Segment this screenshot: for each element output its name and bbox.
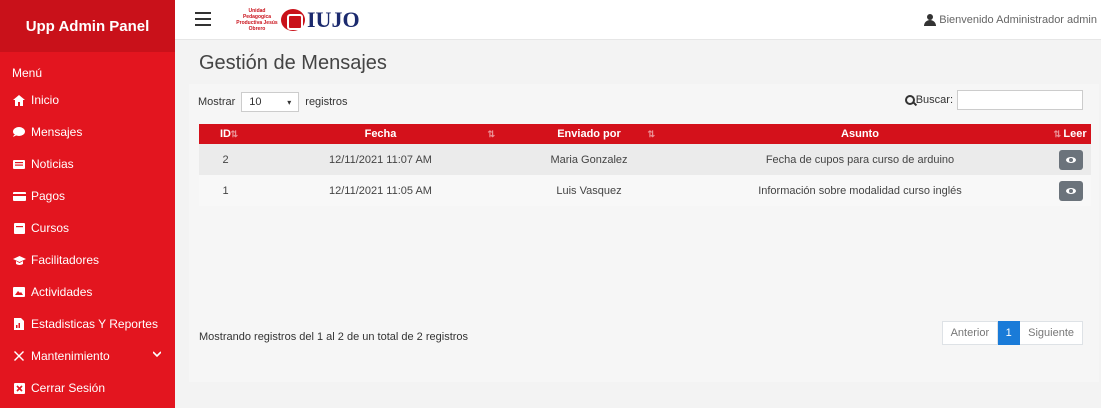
column-header-id[interactable]: ID ⇅ bbox=[199, 124, 252, 144]
cell-fecha: 12/11/2021 11:07 AM bbox=[329, 153, 432, 166]
sidebar-item-noticias[interactable]: Noticias bbox=[0, 148, 175, 180]
logo-iujo: IUJO bbox=[307, 7, 360, 32]
logo-heart-icon bbox=[281, 9, 305, 31]
sidebar-item-label: Facilitadores bbox=[31, 253, 100, 267]
sidebar-item-facilitadores[interactable]: Facilitadores bbox=[0, 244, 175, 276]
cell-enviado: Maria Gonzalez bbox=[550, 153, 628, 166]
sidebar-item-cursos[interactable]: Cursos bbox=[0, 212, 175, 244]
cell-id: 1 bbox=[222, 184, 229, 197]
table-row: 2 12/11/2021 11:07 AM Maria Gonzalez Fec… bbox=[199, 144, 1091, 175]
pagination: Anterior 1 Siguiente bbox=[941, 321, 1083, 345]
show-label: Mostrar bbox=[198, 96, 236, 108]
welcome-text: Bienvenido Administrador admin bbox=[939, 14, 1097, 26]
newspaper-icon bbox=[12, 158, 26, 170]
column-header-asunto[interactable]: Asunto bbox=[669, 124, 1051, 144]
image-icon bbox=[12, 286, 26, 298]
book-icon bbox=[12, 222, 26, 234]
table-info: Mostrando registros del 1 al 2 de un tot… bbox=[199, 331, 469, 343]
show-suffix: registros bbox=[305, 96, 348, 108]
page-length-control: Mostrar 10 ▾ registros bbox=[198, 92, 347, 112]
view-message-button[interactable] bbox=[1059, 180, 1083, 201]
cell-asunto: Información sobre modalidad curso inglés bbox=[758, 184, 962, 197]
page-length-select[interactable]: 10 ▾ bbox=[241, 92, 300, 112]
logo-subtitle: Unidad Pedagogica Productiva Jesús Obrer… bbox=[236, 8, 278, 32]
eye-icon bbox=[1066, 156, 1076, 163]
graduation-cap-icon bbox=[12, 254, 26, 266]
hamburger-menu-icon[interactable] bbox=[195, 12, 211, 26]
cell-leer bbox=[1051, 175, 1091, 206]
file-chart-icon bbox=[12, 318, 26, 330]
menu-title: Menú bbox=[12, 66, 43, 80]
page-title: Gestión de Mensajes bbox=[199, 52, 387, 74]
cell-id: 2 bbox=[222, 153, 229, 166]
welcome-user[interactable]: Bienvenido Administrador admin bbox=[924, 14, 1097, 26]
sidebar-item-label: Actividades bbox=[31, 285, 93, 299]
pagination-prev[interactable]: Anterior bbox=[941, 321, 999, 345]
sidebar-item-label: Cerrar Sesión bbox=[31, 381, 106, 395]
credit-card-icon bbox=[12, 190, 26, 202]
sidebar-item-label: Estadisticas Y Reportes bbox=[31, 317, 158, 331]
sidebar-item-label: Noticias bbox=[31, 157, 74, 171]
messages-panel: Mostrar 10 ▾ registros Buscar: ID ⇅ Fecha… bbox=[189, 84, 1099, 382]
user-icon bbox=[924, 14, 937, 26]
eye-icon bbox=[1066, 187, 1076, 194]
cell-asunto: Fecha de cupos para curso de arduino bbox=[765, 153, 955, 166]
search-label: Buscar: bbox=[915, 94, 953, 106]
column-header-enviado[interactable]: Enviado por ⇅ bbox=[509, 124, 669, 144]
cell-leer bbox=[1051, 144, 1091, 175]
sidebar-item-label: Mensajes bbox=[31, 125, 83, 139]
home-icon bbox=[12, 94, 26, 106]
sidebar-item-mensajes[interactable]: Mensajes bbox=[0, 116, 175, 148]
main-content: Gestión de Mensajes Mostrar 10 ▾ registr… bbox=[175, 40, 1101, 408]
chat-bubble-icon bbox=[12, 126, 26, 138]
sidebar: Upp Admin Panel Menú Inicio Mensajes Not… bbox=[0, 0, 175, 408]
search-input[interactable] bbox=[957, 90, 1083, 110]
close-box-icon bbox=[12, 382, 26, 394]
table-header-row: ID ⇅ Fecha ⇅ Enviado por ⇅ Asunto ⇅ Leer bbox=[199, 124, 1091, 144]
sidebar-item-mantenimiento[interactable]: Mantenimiento bbox=[0, 340, 175, 372]
cell-enviado: Luis Vasquez bbox=[556, 184, 622, 197]
sidebar-item-label: Inicio bbox=[31, 93, 60, 107]
select-arrows-icon: ▾ bbox=[287, 97, 292, 107]
sidebar-brand[interactable]: Upp Admin Panel bbox=[0, 0, 175, 52]
tools-icon bbox=[12, 350, 26, 362]
cell-fecha: 12/11/2021 11:05 AM bbox=[329, 184, 432, 197]
sidebar-item-inicio[interactable]: Inicio bbox=[0, 84, 175, 116]
search-icon bbox=[904, 95, 915, 105]
sort-icon: ⇅ bbox=[647, 129, 655, 139]
table-row: 1 12/11/2021 11:05 AM Luis Vasquez Infor… bbox=[199, 175, 1091, 206]
chevron-down-icon[interactable] bbox=[152, 349, 162, 360]
sidebar-item-pagos[interactable]: Pagos bbox=[0, 180, 175, 212]
sort-icon: ⇅ bbox=[1053, 129, 1061, 139]
sidebar-item-actividades[interactable]: Actividades bbox=[0, 276, 175, 308]
sidebar-item-label: Pagos bbox=[31, 189, 66, 203]
sidebar-item-cerrar-sesion[interactable]: Cerrar Sesión bbox=[0, 372, 175, 404]
sort-icon: ⇅ bbox=[230, 129, 238, 139]
search-control: Buscar: bbox=[904, 90, 1083, 110]
sidebar-item-label: Mantenimiento bbox=[31, 349, 110, 363]
column-header-leer[interactable]: ⇅ Leer bbox=[1051, 124, 1091, 144]
sidebar-item-label: Cursos bbox=[31, 221, 70, 235]
pagination-page-1[interactable]: 1 bbox=[998, 321, 1021, 345]
sidebar-item-estadisticas[interactable]: Estadisticas Y Reportes bbox=[0, 308, 175, 340]
column-header-fecha[interactable]: Fecha ⇅ bbox=[252, 124, 509, 144]
view-message-button[interactable] bbox=[1059, 149, 1083, 170]
messages-table: ID ⇅ Fecha ⇅ Enviado por ⇅ Asunto ⇅ Leer 2 1… bbox=[199, 124, 1091, 206]
sort-icon: ⇅ bbox=[487, 129, 495, 139]
logo: Unidad Pedagogica Productiva Jesús Obrer… bbox=[235, 4, 360, 36]
page-length-value: 10 bbox=[249, 96, 262, 108]
pagination-next[interactable]: Siguiente bbox=[1020, 321, 1083, 345]
top-navbar: Unidad Pedagogica Productiva Jesús Obrer… bbox=[175, 0, 1101, 40]
